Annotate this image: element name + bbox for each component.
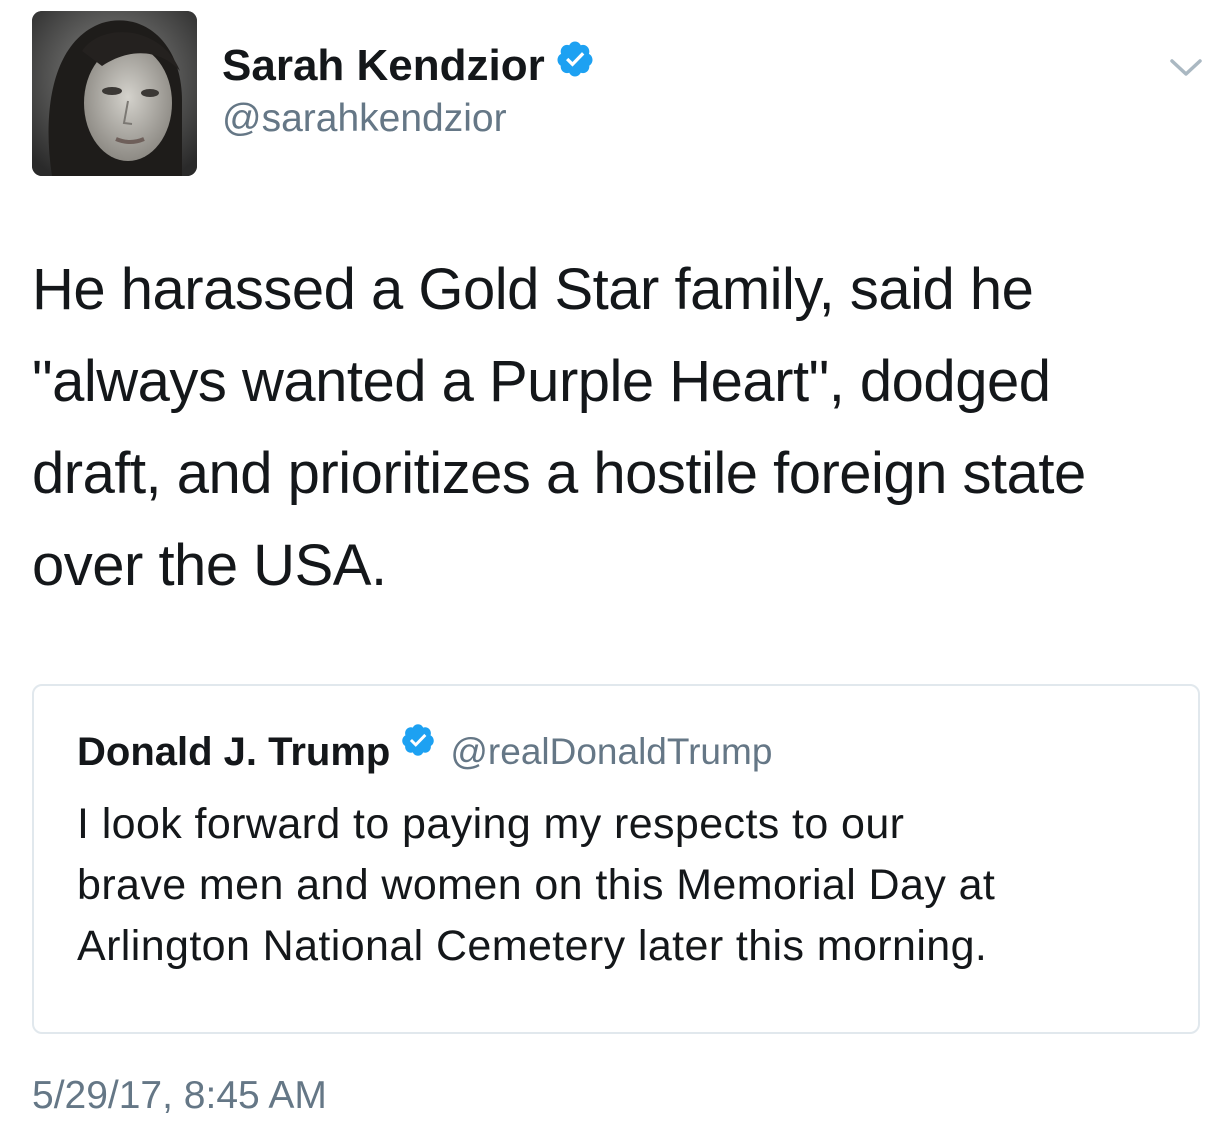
tweet-text-line: over the USA.: [32, 533, 387, 598]
tweet-timestamp[interactable]: 5/29/17, 8:45 AM: [32, 1072, 327, 1120]
author-name-text: Sarah Kendzior: [222, 41, 545, 90]
quoted-text-line: brave men and women on this Memorial Day…: [77, 861, 996, 909]
quoted-text-line: Arlington National Cemetery later this m…: [77, 922, 988, 970]
quoted-author-name: Donald J. Trump: [77, 730, 391, 774]
tweet-text: He harassed a Gold Star family, said he …: [32, 244, 1202, 612]
author-name[interactable]: Sarah Kendzior: [222, 40, 595, 94]
profile-photo: [32, 11, 197, 176]
quoted-author-handle: @realDonaldTrump: [450, 731, 773, 772]
tweet-text-line: He harassed a Gold Star family, said he: [32, 257, 1034, 322]
tweet-text-line: "always wanted a Purple Heart", dodged: [32, 349, 1051, 414]
verified-badge-icon: [400, 722, 436, 778]
verified-badge-icon: [555, 39, 595, 91]
quoted-tweet-header: Donald J. Trump @realDonaldTrump: [77, 724, 772, 780]
chevron-down-icon[interactable]: [1166, 52, 1206, 82]
quoted-tweet-card[interactable]: Donald J. Trump @realDonaldTrump I look …: [32, 684, 1200, 1034]
quoted-text-line: I look forward to paying my respects to …: [77, 800, 905, 848]
tweet-text-line: draft, and prioritizes a hostile foreign…: [32, 441, 1086, 506]
quoted-tweet-text: I look forward to paying my respects to …: [77, 794, 1187, 977]
avatar[interactable]: [32, 11, 197, 176]
author-handle[interactable]: @sarahkendzior: [222, 95, 507, 143]
